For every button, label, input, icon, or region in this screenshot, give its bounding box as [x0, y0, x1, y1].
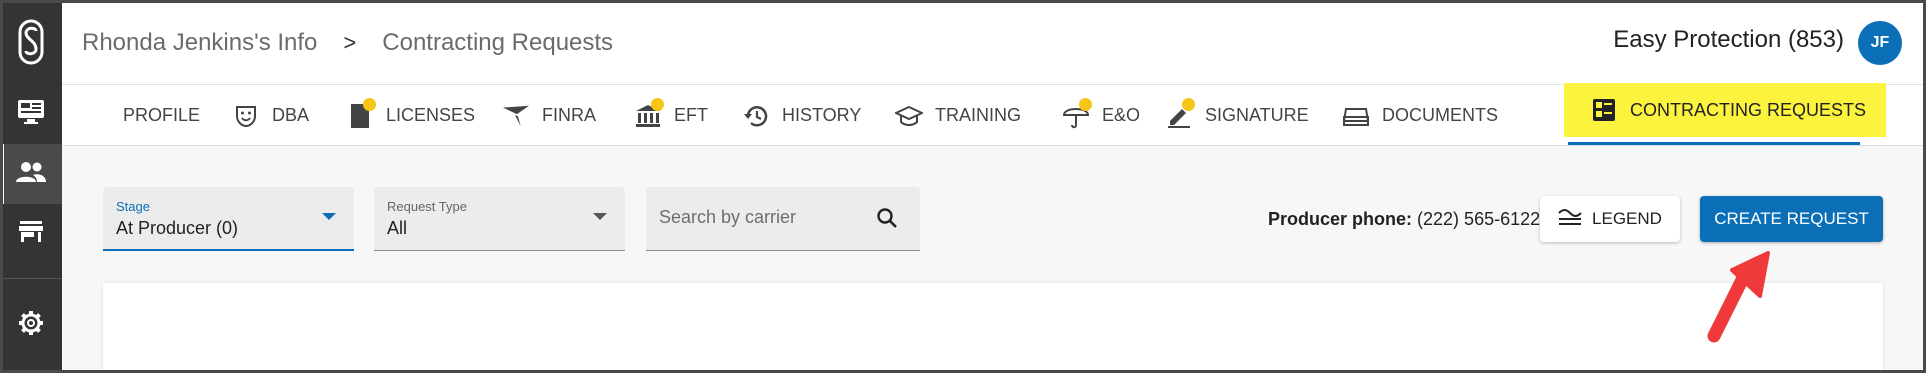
create-request-button[interactable]: CREATE REQUEST	[1700, 196, 1883, 242]
bank-icon	[634, 97, 664, 130]
stage-select[interactable]: Stage At Producer (0)	[103, 187, 354, 251]
notification-dot	[1182, 97, 1195, 111]
tab-contracting-requests[interactable]: CONTRACTING REQUESTS	[1564, 83, 1887, 137]
tab-finra[interactable]: FINRA	[502, 85, 596, 146]
tab-label: E&O	[1102, 105, 1141, 125]
rail-people[interactable]	[0, 144, 62, 204]
license-icon	[346, 97, 376, 130]
list-icon	[1590, 96, 1618, 124]
stage-label: Stage	[116, 199, 150, 214]
tab-label: SIGNATURE	[1205, 105, 1309, 125]
tab-label: PROFILE	[123, 105, 201, 125]
store-icon	[18, 220, 44, 248]
rail-settings[interactable]	[0, 295, 62, 355]
request-type-value: All	[387, 218, 408, 238]
active-tab-indicator	[1568, 142, 1860, 145]
legend-icon	[1558, 208, 1582, 231]
umbrella-icon	[1062, 97, 1092, 130]
search-input[interactable]	[659, 207, 859, 228]
page-header: Rhonda Jenkins's Info > Contracting Requ…	[62, 0, 1926, 84]
notification-dot	[363, 97, 376, 111]
request-type-select[interactable]: Request Type All	[374, 187, 625, 251]
notification-dot	[651, 97, 664, 111]
tab-training[interactable]: TRAINING	[895, 85, 1021, 146]
legend-button[interactable]: LEGEND	[1540, 196, 1680, 242]
rail-divider	[0, 278, 62, 279]
tab-label: LICENSES	[386, 105, 476, 125]
tab-history[interactable]: HISTORY	[742, 85, 861, 146]
pen-icon	[1165, 97, 1195, 130]
monitor-icon	[17, 99, 45, 130]
tab-label: TRAINING	[935, 105, 1022, 125]
producer-phone-label: Producer phone:	[1268, 209, 1413, 229]
app-logo-icon[interactable]	[0, 0, 62, 84]
producer-phone-value: (222) 565-6122	[1417, 209, 1541, 229]
tab-label: CONTRACTING REQUESTS	[1630, 99, 1867, 120]
tab-label: DOCUMENTS	[1382, 105, 1498, 125]
tab-label: EFT	[674, 105, 708, 125]
tab-documents[interactable]: DOCUMENTS	[1342, 85, 1498, 146]
requests-panel	[103, 283, 1883, 373]
rail-monitor[interactable]	[0, 84, 62, 144]
legend-label: LEGEND	[1592, 209, 1662, 228]
tab-label: FINRA	[542, 105, 596, 125]
tab-label: HISTORY	[782, 105, 862, 125]
documents-icon	[1342, 102, 1370, 130]
people-icon	[16, 161, 46, 188]
tab-licenses[interactable]: LICENSES	[346, 85, 475, 146]
chevron-down-icon	[593, 213, 607, 220]
tab-eft[interactable]: EFT	[634, 85, 708, 146]
breadcrumb-current: Contracting Requests	[382, 29, 614, 56]
mask-icon	[232, 102, 260, 130]
tab-eando[interactable]: E&O	[1062, 85, 1140, 146]
finra-icon	[502, 102, 530, 130]
graduation-cap-icon	[895, 102, 923, 130]
tab-profile[interactable]: PROFILE	[123, 85, 200, 146]
side-rail	[0, 0, 62, 373]
gear-icon	[18, 310, 44, 341]
stage-value: At Producer (0)	[116, 218, 239, 238]
breadcrumb-link-info[interactable]: Rhonda Jenkins's Info	[82, 29, 317, 57]
chevron-right-icon: >	[343, 30, 357, 55]
annotation-arrow-icon	[1707, 251, 1770, 343]
tab-label: DBA	[272, 105, 310, 125]
notification-dot	[1079, 97, 1092, 111]
rail-store[interactable]	[0, 204, 62, 264]
chevron-down-icon	[322, 213, 336, 220]
tab-bar: PROFILE DBA LICENSES FINRA EFT HISTORY T…	[62, 83, 1926, 146]
tab-signature[interactable]: SIGNATURE	[1165, 85, 1309, 146]
history-icon	[742, 102, 770, 130]
breadcrumb: Rhonda Jenkins's Info > Contracting Requ…	[82, 29, 613, 57]
avatar[interactable]: JF	[1858, 21, 1902, 65]
request-type-label: Request Type	[387, 199, 467, 214]
search-icon[interactable]	[876, 207, 898, 234]
tab-dba[interactable]: DBA	[232, 85, 309, 146]
agency-name: Easy Protection (853)	[1613, 26, 1844, 53]
carrier-search	[646, 187, 920, 251]
producer-phone: Producer phone: (222) 565-6122	[1268, 209, 1540, 230]
